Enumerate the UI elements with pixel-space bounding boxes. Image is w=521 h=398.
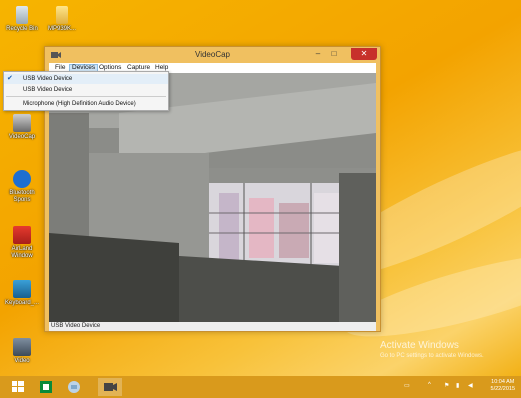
video-icon	[13, 338, 31, 356]
app-icon	[13, 226, 31, 244]
tray-chevron-icon[interactable]: ^	[428, 382, 431, 388]
device-item-microphone[interactable]: Microphone (High Definition Audio Device…	[4, 99, 168, 109]
explorer-icon[interactable]	[62, 378, 86, 396]
minimize-button[interactable]: –	[312, 48, 324, 60]
watermark-title: Activate Windows	[380, 340, 459, 351]
maximize-button[interactable]: □	[328, 48, 340, 60]
device-item-label: USB Video Device	[23, 76, 73, 82]
desktop-icon-airland[interactable]: AirLand Window	[2, 226, 42, 260]
videocap-taskbar-icon[interactable]	[98, 378, 122, 396]
clock-date: 5/22/2015	[490, 386, 515, 392]
taskbar-clock[interactable]: 10:04 AM 5/22/2015	[491, 379, 515, 393]
device-item-label: USB Video Device	[23, 87, 73, 93]
bluetooth-icon	[13, 170, 31, 188]
desktop-icon-folder[interactable]: MP939K...	[42, 6, 82, 33]
folder-icon	[56, 6, 68, 24]
desktop-icon-label: MP939K...	[47, 26, 76, 32]
tray-flag-icon[interactable]: ⚑	[444, 382, 449, 389]
desktop-icon-video[interactable]: Video	[2, 338, 42, 365]
status-bar: USB Video Device	[49, 322, 376, 331]
title-bar[interactable]: VideoCap – □ ✕	[45, 47, 380, 63]
desktop-icon-label: Bluetooth Spons	[9, 190, 35, 203]
clock-time: 10:04 AM	[491, 379, 515, 385]
tray-keyboard-icon[interactable]: ▭	[404, 382, 410, 389]
store-icon[interactable]	[34, 378, 58, 396]
close-button[interactable]: ✕	[351, 48, 377, 60]
tray-network-icon[interactable]: ▮	[456, 382, 459, 389]
desktop-icon-label: Keyboard_...	[4, 300, 40, 306]
camera-icon	[13, 114, 31, 132]
desktop-icon-label: Recycle Bin	[6, 26, 38, 32]
recycle-bin-icon	[16, 6, 28, 24]
desktop-icon-label: Video	[14, 358, 30, 364]
tray-volume-icon[interactable]: ◀	[468, 382, 473, 389]
device-item-usb-video-2[interactable]: USB Video Device	[4, 85, 168, 95]
activate-windows-watermark: Activate Windows Go to PC settings to ac…	[380, 340, 484, 359]
keyboard-icon	[13, 280, 31, 298]
desktop-icon-videocap[interactable]: VideoCap	[2, 114, 42, 141]
desktop-icon-bluetooth[interactable]: Bluetooth Spons	[2, 170, 42, 204]
devices-dropdown-menu: ✔ USB Video Device USB Video Device Micr…	[3, 71, 169, 111]
windows-start-icon[interactable]	[6, 378, 30, 396]
menu-separator	[6, 96, 166, 97]
desktop-icon-recycle-bin[interactable]: Recycle Bin	[2, 6, 42, 33]
desktop-icon-label: AirLand Window	[11, 246, 33, 259]
taskbar: ▭ ^ ⚑ ▮ ◀ 10:04 AM 5/22/2015	[0, 376, 521, 398]
desktop-icon-keyboard[interactable]: Keyboard_...	[2, 280, 42, 307]
desktop-icon-label: VideoCap	[8, 134, 36, 140]
device-item-label: Microphone (High Definition Audio Device…	[23, 101, 136, 107]
watermark-subtitle: Go to PC settings to activate Windows.	[380, 353, 484, 359]
checkmark-icon: ✔	[7, 75, 13, 82]
device-item-usb-video-1[interactable]: ✔ USB Video Device	[4, 74, 168, 84]
